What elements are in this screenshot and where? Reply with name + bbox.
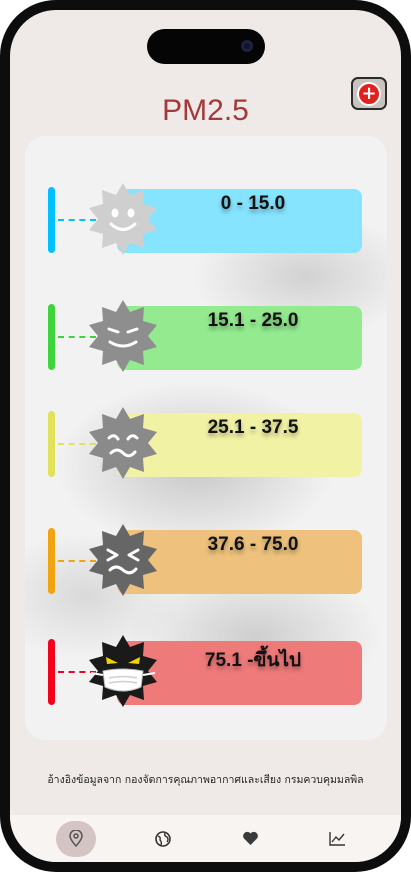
level-range: 37.6 - 75.0 xyxy=(207,534,299,555)
pm-level-5: 75.1 -ขึ้นไป xyxy=(25,635,387,719)
level-color-stripe xyxy=(48,528,55,594)
location-pin-icon xyxy=(69,830,83,847)
chart-line-icon xyxy=(328,832,345,846)
pm-level-3: 25.1 - 37.5 xyxy=(25,407,387,491)
camera-icon xyxy=(241,40,253,52)
nav-globe[interactable] xyxy=(138,815,188,862)
nav-statistics[interactable] xyxy=(312,815,362,862)
level-range: 25.1 - 37.5 xyxy=(207,417,299,438)
bottom-nav xyxy=(10,815,401,862)
level-range: 15.1 - 25.0 xyxy=(207,310,299,331)
level-color-stripe xyxy=(48,411,55,477)
level-color-stripe xyxy=(48,639,55,705)
level-range: 75.1 -ขึ้นไป xyxy=(204,650,302,671)
level-range: 0 - 15.0 xyxy=(220,193,286,214)
nav-favorites[interactable] xyxy=(225,815,275,862)
level-color-stripe xyxy=(48,187,55,253)
globe-icon xyxy=(155,830,171,847)
pm-level-4: 37.6 - 75.0 xyxy=(25,524,387,608)
phone-frame: PM2.5 + 0 - 15.0 15.1 - 25.0 25.1 - 37.5… xyxy=(0,0,411,872)
plus-icon: + xyxy=(357,81,381,106)
level-color-stripe xyxy=(48,304,55,370)
nav-location[interactable] xyxy=(51,815,101,862)
dynamic-island xyxy=(147,29,265,64)
levels-card: 0 - 15.0 15.1 - 25.0 25.1 - 37.5 37.6 - … xyxy=(25,136,387,740)
heart-icon xyxy=(242,831,258,845)
data-source-note: อ้างอิงข้อมูลจาก กองจัดการคุณภาพอากาศและ… xyxy=(47,774,364,786)
page-title: PM2.5 xyxy=(162,94,249,127)
pm-level-1: 0 - 15.0 xyxy=(25,183,387,267)
pm-level-2: 15.1 - 25.0 xyxy=(25,300,387,384)
add-button[interactable]: + xyxy=(351,77,387,110)
app-screen: PM2.5 + 0 - 15.0 15.1 - 25.0 25.1 - 37.5… xyxy=(10,10,401,862)
